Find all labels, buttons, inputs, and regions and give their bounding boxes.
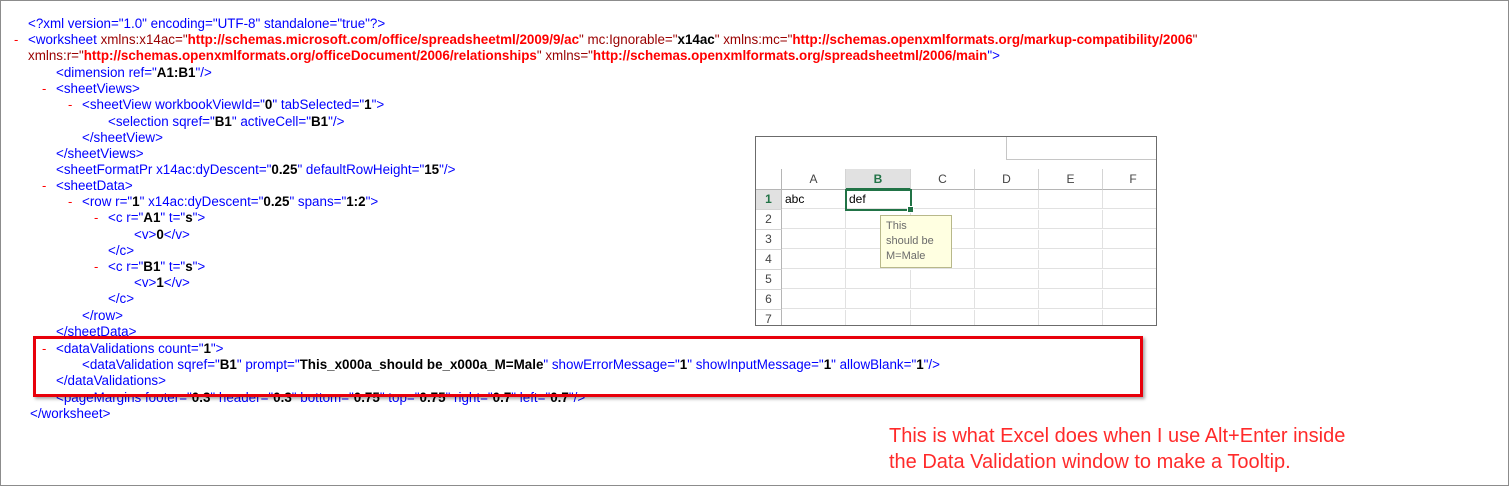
cell-f1[interactable]: [1103, 190, 1156, 209]
sheetviews-open-tag: <sheetViews>: [56, 81, 140, 96]
cell-d6[interactable]: [975, 290, 1039, 309]
cell-a3[interactable]: [782, 230, 846, 249]
cell-a1-open-tag: <c r="A1" t="s">: [108, 210, 206, 225]
collapse-sheetview-toggle[interactable]: -: [68, 97, 72, 113]
worksheet-close-tag: </worksheet>: [30, 406, 111, 421]
row-header-1[interactable]: 1: [756, 190, 782, 210]
cell-a2[interactable]: [782, 210, 846, 229]
cell-f6[interactable]: [1103, 290, 1156, 309]
cell-e2[interactable]: [1039, 210, 1103, 229]
input-message-tooltip: This should be M=Male: [880, 215, 952, 268]
cell-c7[interactable]: [911, 310, 975, 325]
cell-c6[interactable]: [911, 290, 975, 309]
column-header-b[interactable]: B: [846, 169, 911, 190]
cell-d4[interactable]: [975, 250, 1039, 269]
cell-a7[interactable]: [782, 310, 846, 325]
cell-d5[interactable]: [975, 270, 1039, 289]
collapse-sheetdata-toggle[interactable]: -: [42, 178, 46, 194]
column-header-f[interactable]: F: [1103, 169, 1156, 190]
row-header-5[interactable]: 5: [756, 270, 782, 290]
cell-e3[interactable]: [1039, 230, 1103, 249]
sheetformatpr-element: <sheetFormatPr x14ac:dyDescent="0.25" de…: [56, 162, 456, 177]
cell-d1[interactable]: [975, 190, 1039, 209]
active-cell-border: [845, 189, 912, 211]
row-open-tag: <row r="1" x14ac:dyDescent="0.25" spans=…: [82, 194, 379, 209]
cell-b1-close-tag: </c>: [108, 291, 135, 306]
cell-f4[interactable]: [1103, 250, 1156, 269]
collapse-sheetviews-toggle[interactable]: -: [42, 81, 46, 97]
annotation-line-2: the Data Validation window to make a Too…: [889, 451, 1291, 473]
cell-e5[interactable]: [1039, 270, 1103, 289]
cell-f7[interactable]: [1103, 310, 1156, 325]
collapse-cell-a1-toggle[interactable]: -: [94, 210, 98, 226]
cell-b7[interactable]: [846, 310, 911, 325]
cell-b6[interactable]: [846, 290, 911, 309]
row-header-4[interactable]: 4: [756, 250, 782, 270]
fill-handle[interactable]: [907, 206, 914, 213]
collapse-worksheet-toggle[interactable]: -: [14, 32, 18, 48]
sheetview-close-tag: </sheetView>: [82, 130, 163, 145]
column-header-a[interactable]: A: [782, 169, 846, 190]
cell-e7[interactable]: [1039, 310, 1103, 325]
selection-element: <selection sqref="B1" activeCell="B1"/>: [108, 114, 345, 129]
value-a1-element: <v>0</v>: [134, 227, 190, 242]
row-header-3[interactable]: 3: [756, 230, 782, 250]
worksheet-open-tag-continued: xmlns:r="http://schemas.openxmlformats.o…: [28, 48, 1000, 63]
cell-f2[interactable]: [1103, 210, 1156, 229]
value-b1-element: <v>1</v>: [134, 275, 190, 290]
sheetview-open-tag: <sheetView workbookViewId="0" tabSelecte…: [82, 97, 385, 112]
excel-snippet: A B C D E F 1 2 3 4 5 6 7 abc def This s…: [755, 136, 1157, 326]
dimension-element: <dimension ref="A1:B1"/>: [56, 65, 212, 80]
cell-b5[interactable]: [846, 270, 911, 289]
row-header-2[interactable]: 2: [756, 210, 782, 230]
row-header-7[interactable]: 7: [756, 310, 782, 325]
annotation-note: This is what Excel does when I use Alt+E…: [889, 423, 1345, 475]
cell-d3[interactable]: [975, 230, 1039, 249]
sheetviews-close-tag: </sheetViews>: [56, 146, 144, 161]
cell-e1[interactable]: [1039, 190, 1103, 209]
worksheet-open-tag: <worksheet xmlns:x14ac="http://schemas.m…: [28, 32, 1198, 47]
cell-a1-close-tag: </c>: [108, 243, 135, 258]
cell-f5[interactable]: [1103, 270, 1156, 289]
row-header-6[interactable]: 6: [756, 290, 782, 310]
column-header-c[interactable]: C: [911, 169, 975, 190]
select-all-corner[interactable]: [756, 169, 782, 190]
cell-d2[interactable]: [975, 210, 1039, 229]
column-header-d[interactable]: D: [975, 169, 1039, 190]
cell-a1[interactable]: abc: [782, 190, 846, 209]
collapse-cell-b1-toggle[interactable]: -: [94, 259, 98, 275]
cell-a6[interactable]: [782, 290, 846, 309]
annotation-line-1: This is what Excel does when I use Alt+E…: [889, 425, 1346, 447]
sheetdata-open-tag: <sheetData>: [56, 178, 133, 193]
column-header-e[interactable]: E: [1039, 169, 1103, 190]
cell-a4[interactable]: [782, 250, 846, 269]
cell-d7[interactable]: [975, 310, 1039, 325]
cell-c5[interactable]: [911, 270, 975, 289]
xml-declaration: <?xml version="1.0" encoding="UTF-8" sta…: [28, 16, 386, 31]
collapse-row-toggle[interactable]: -: [68, 194, 72, 210]
row-close-tag: </row>: [82, 308, 123, 323]
highlight-box: [33, 336, 1143, 397]
cell-a5[interactable]: [782, 270, 846, 289]
cell-c1[interactable]: [911, 190, 975, 209]
cell-e6[interactable]: [1039, 290, 1103, 309]
cell-e4[interactable]: [1039, 250, 1103, 269]
formula-bar-box: [1006, 137, 1156, 160]
cell-f3[interactable]: [1103, 230, 1156, 249]
cell-b1-open-tag: <c r="B1" t="s">: [108, 259, 206, 274]
